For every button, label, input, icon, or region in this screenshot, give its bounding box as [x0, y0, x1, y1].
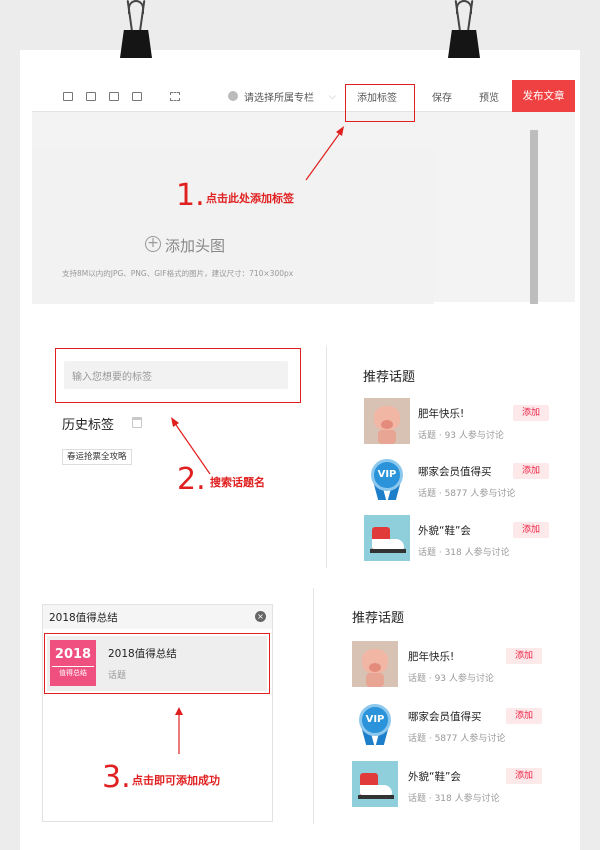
annotation-highlight-1 [345, 84, 415, 122]
topic-name[interactable]: 外貌“鞋”会 [418, 523, 471, 538]
category-select[interactable]: 请选择所属专栏 [244, 89, 314, 104]
step-number-1: 1. [176, 178, 205, 213]
thumbnail-caption: 值得总结 [59, 669, 87, 677]
search-input[interactable]: 2018值得总结 × [43, 605, 272, 629]
editor-toolbar: 请选择所属专栏 ⌵ 添加标签 保存 预览 发布文章 [32, 80, 575, 112]
panel-divider [326, 346, 327, 568]
image-icon[interactable] [63, 92, 73, 101]
add-topic-button[interactable]: 添加 [513, 522, 549, 538]
topic-name[interactable]: 哪家会员值得买 [418, 464, 492, 479]
history-tags-title: 历史标签 [62, 418, 115, 433]
topic-meta: 话题 · 318 人参与讨论 [408, 794, 500, 804]
topic-meta: 话题 · 93 人参与讨论 [418, 431, 504, 441]
chevron-down-icon[interactable]: ⌵ [329, 92, 336, 102]
step-text-1: 点击此处添加标签 [206, 192, 294, 205]
result-type: 话题 [108, 671, 127, 681]
cover-hint: 支持8M以内的JPG、PNG、GIF格式的图片，建议尺寸：710×300px [62, 269, 294, 278]
help-icon [228, 91, 238, 101]
topic-thumbnail: 2018 值得总结 [50, 640, 96, 686]
search-query: 2018值得总结 [49, 612, 118, 624]
pig-image [364, 398, 410, 444]
recommend-title-1: 推荐话题 [363, 370, 416, 385]
step-number-2: 2. [177, 462, 206, 497]
annotation-arrow-1 [305, 126, 344, 181]
panel-divider [313, 588, 314, 824]
topic-meta: 话题 · 93 人参与讨论 [408, 674, 494, 684]
step-text-2: 搜索话题名 [210, 476, 265, 489]
add-topic-button[interactable]: 添加 [506, 648, 542, 664]
clear-icon[interactable]: × [255, 611, 266, 622]
recommend-title-2: 推荐话题 [352, 611, 405, 626]
add-cover-label[interactable]: 添加头图 [165, 235, 225, 256]
editor-scrollbar[interactable] [530, 130, 538, 304]
save-button[interactable]: 保存 [432, 89, 452, 104]
fullscreen-icon[interactable] [170, 92, 180, 101]
sneaker-image [352, 761, 398, 807]
trash-icon[interactable] [132, 417, 142, 428]
topic-meta: 话题 · 318 人参与讨论 [418, 548, 510, 558]
tag-search-input[interactable]: 输入您想要的标签 [64, 361, 288, 389]
topic-name[interactable]: 肥年快乐! [408, 649, 454, 664]
step-text-3: 点击即可添加成功 [132, 774, 220, 787]
add-topic-button[interactable]: 添加 [506, 708, 542, 724]
tag-input-placeholder: 输入您想要的标签 [72, 372, 152, 383]
gallery-icon[interactable] [86, 92, 96, 101]
topic-meta: 话题 · 5877 人参与讨论 [418, 489, 516, 499]
lock-icon[interactable] [109, 92, 119, 101]
binder-clip-left [116, 0, 156, 60]
result-title: 2018值得总结 [108, 648, 177, 660]
binder-clip-right [444, 0, 484, 60]
publish-button[interactable]: 发布文章 [512, 80, 575, 112]
thumbnail-year: 2018 [54, 647, 92, 662]
vip-badge-image: VIP [364, 456, 410, 502]
annotation-arrow-3 [175, 707, 183, 754]
step-number-3: 3. [102, 760, 131, 795]
topic-name[interactable]: 哪家会员值得买 [408, 709, 482, 724]
sneaker-image [364, 515, 410, 561]
topic-name[interactable]: 外貌“鞋”会 [408, 769, 461, 784]
topic-meta: 话题 · 5877 人参与讨论 [408, 734, 506, 744]
video-icon[interactable] [132, 92, 142, 101]
cover-upload-area[interactable] [32, 148, 434, 304]
topic-name[interactable]: 肥年快乐! [418, 406, 464, 421]
add-topic-button[interactable]: 添加 [506, 768, 542, 784]
vip-badge-image: VIP [352, 701, 398, 747]
add-topic-button[interactable]: 添加 [513, 463, 549, 479]
add-topic-button[interactable]: 添加 [513, 405, 549, 421]
plus-circle-icon[interactable]: + [145, 236, 161, 252]
preview-button[interactable]: 预览 [479, 89, 499, 104]
pig-image [352, 641, 398, 687]
history-tag-chip[interactable]: 春运抢票全攻略 [62, 449, 132, 465]
